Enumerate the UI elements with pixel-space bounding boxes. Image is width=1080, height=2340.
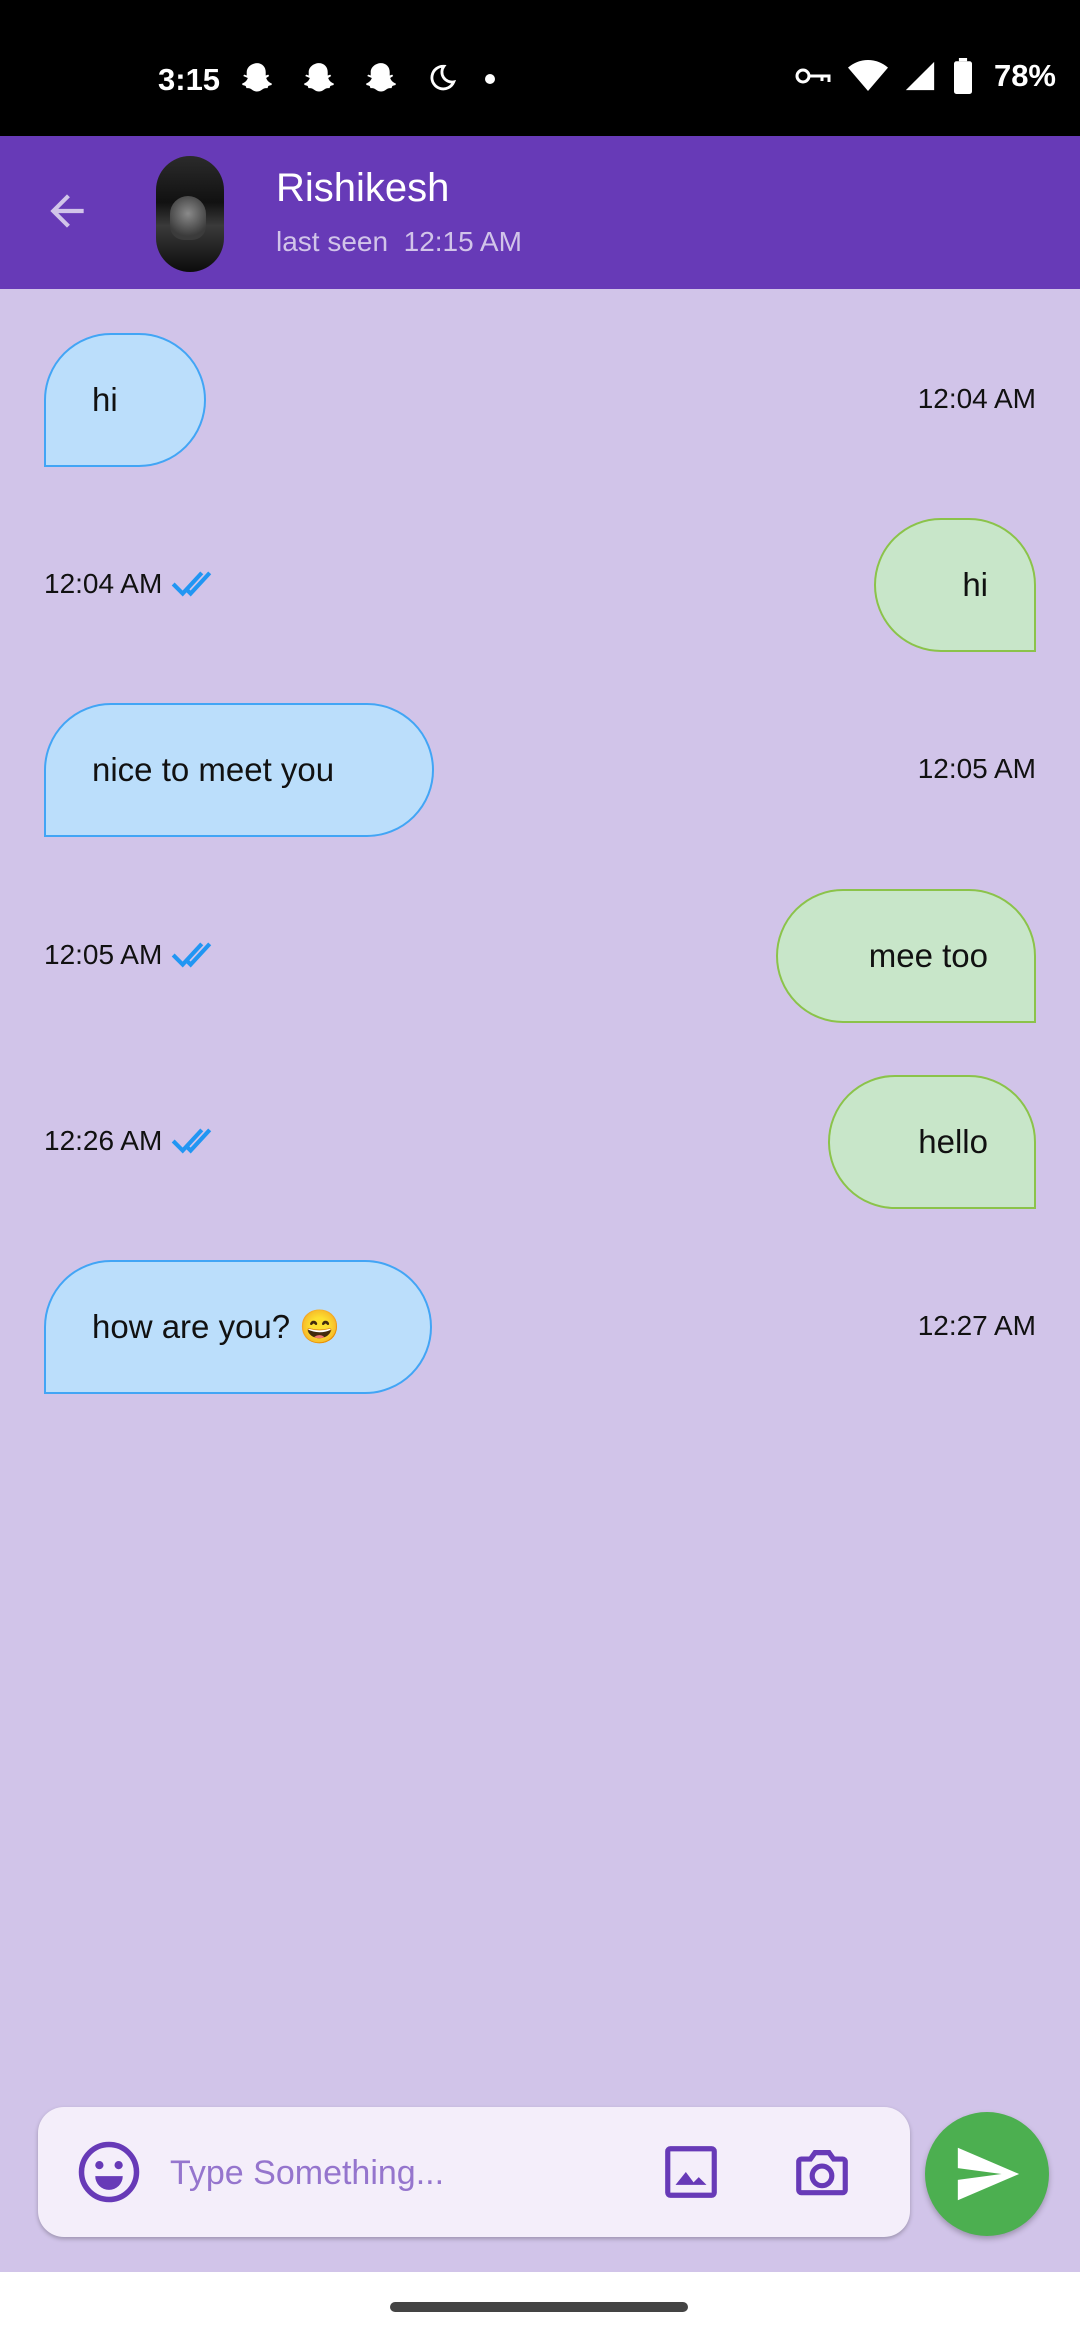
gallery-button[interactable] bbox=[660, 2141, 722, 2203]
message-time: 12:04 AM bbox=[44, 568, 163, 599]
message-time: 12:26 AM bbox=[44, 1125, 163, 1156]
message-input[interactable] bbox=[168, 2137, 652, 2209]
outgoing-message-bubble[interactable]: hello bbox=[828, 1075, 1036, 1209]
moon-icon bbox=[430, 64, 457, 91]
message-time: 12:05 AM bbox=[917, 753, 1036, 784]
snapchat-icon bbox=[242, 63, 272, 92]
message-text: hi bbox=[962, 566, 988, 603]
incoming-message-bubble[interactable]: how are you? 😄 bbox=[44, 1260, 432, 1394]
back-arrow-icon bbox=[50, 194, 84, 228]
send-button[interactable] bbox=[925, 2112, 1049, 2236]
incoming-message-bubble[interactable]: nice to meet you bbox=[44, 703, 434, 837]
key-icon bbox=[795, 68, 831, 84]
back-button[interactable] bbox=[36, 180, 98, 242]
notification-icons bbox=[238, 60, 498, 98]
camera-icon bbox=[796, 2150, 848, 2196]
system-icons: 78% bbox=[794, 58, 1056, 94]
message-time: 12:04 AM bbox=[917, 383, 1036, 414]
message-time: 12:27 AM bbox=[917, 1310, 1036, 1341]
message-row: 12:05 AM mee too bbox=[0, 889, 1080, 1029]
avatar-face bbox=[170, 196, 206, 240]
message-composer bbox=[38, 2107, 910, 2237]
snapchat-icon bbox=[304, 63, 334, 92]
contact-name[interactable]: Rishikesh bbox=[276, 166, 449, 211]
status-time: 3:15 bbox=[158, 62, 221, 97]
navigation-bar bbox=[0, 2272, 1080, 2340]
message-text: hello bbox=[918, 1123, 988, 1160]
emoji-button[interactable] bbox=[76, 2139, 142, 2205]
message-text: how are you? 😄 bbox=[92, 1307, 341, 1345]
message-time-container: 12:04 AM bbox=[44, 568, 224, 600]
message-row: nice to meet you 12:05 AM bbox=[0, 703, 1080, 843]
status-bar: 3:15 78% bbox=[0, 0, 1080, 136]
wifi-icon bbox=[847, 60, 888, 91]
outgoing-message-bubble[interactable]: mee too bbox=[776, 889, 1036, 1023]
message-row: 12:04 AM hi bbox=[0, 518, 1080, 658]
message-time: 12:05 AM bbox=[44, 939, 163, 970]
double-check-icon bbox=[172, 571, 212, 597]
dot-icon bbox=[485, 74, 495, 84]
message-row: how are you? 😄 12:27 AM bbox=[0, 1260, 1080, 1400]
battery-percent: 78% bbox=[993, 58, 1056, 93]
message-text: mee too bbox=[868, 937, 988, 974]
outgoing-message-bubble[interactable]: hi bbox=[874, 518, 1036, 652]
snapchat-icon bbox=[366, 63, 396, 92]
gallery-icon bbox=[665, 2146, 717, 2198]
double-check-icon bbox=[172, 1128, 212, 1154]
emoji-icon bbox=[78, 2141, 140, 2203]
message-row: hi 12:04 AM bbox=[0, 333, 1080, 473]
home-indicator[interactable] bbox=[390, 2302, 688, 2312]
camera-button[interactable] bbox=[790, 2141, 854, 2203]
double-check-icon bbox=[172, 942, 212, 968]
message-text: nice to meet you bbox=[92, 751, 335, 788]
incoming-message-bubble[interactable]: hi bbox=[44, 333, 206, 467]
message-time-container: 12:26 AM bbox=[44, 1125, 224, 1157]
signal-icon bbox=[905, 61, 935, 91]
message-list[interactable]: hi 12:04 AM 12:04 AM hi nice to meet you… bbox=[0, 289, 1080, 2269]
last-seen-status: last seen 12:15 AM bbox=[276, 226, 522, 257]
battery-icon bbox=[953, 58, 972, 94]
chat-header: Rishikesh last seen 12:15 AM bbox=[0, 136, 1080, 289]
message-time-container: 12:05 AM bbox=[44, 939, 224, 971]
message-text: hi bbox=[92, 381, 118, 418]
message-row: 12:26 AM hello bbox=[0, 1075, 1080, 1215]
avatar[interactable] bbox=[156, 156, 224, 272]
send-icon bbox=[957, 2147, 1020, 2201]
